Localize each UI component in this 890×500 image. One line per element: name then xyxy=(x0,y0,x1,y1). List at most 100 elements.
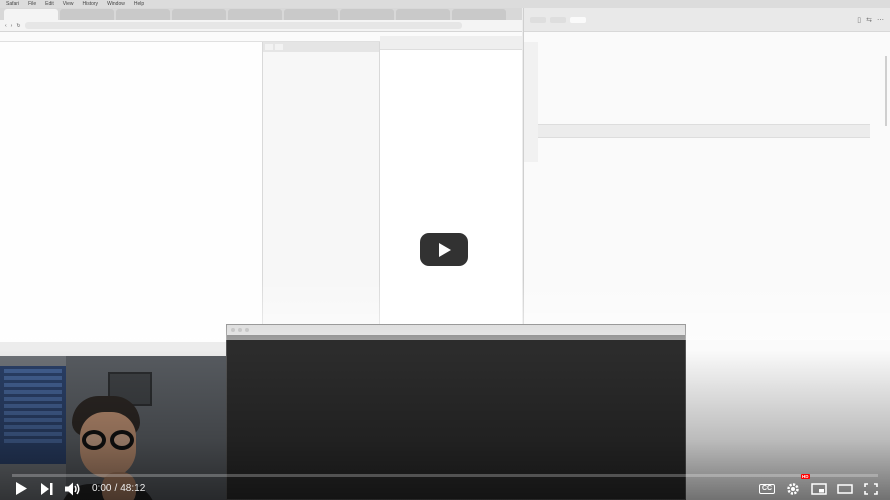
settings-icon xyxy=(787,482,799,495)
subtitles-button[interactable]: CC xyxy=(754,477,780,500)
dom-tree-node xyxy=(263,211,379,219)
theater-mode-button[interactable] xyxy=(832,477,858,500)
editor-text[interactable] xyxy=(524,41,890,129)
source-line xyxy=(380,50,522,58)
menu-item[interactable]: Help xyxy=(134,1,144,7)
back-icon[interactable]: ‹ xyxy=(5,23,7,29)
dom-tree-node xyxy=(263,257,379,265)
source-tabs xyxy=(380,36,522,50)
next-button[interactable] xyxy=(34,477,60,500)
browser-tab[interactable] xyxy=(4,9,58,20)
browser-tab[interactable] xyxy=(116,9,170,20)
current-time: 0:00 xyxy=(92,483,112,494)
miniplayer-icon xyxy=(811,482,827,495)
duration: 48:12 xyxy=(120,483,146,494)
miniplayer-button[interactable] xyxy=(806,477,832,500)
forward-icon[interactable]: › xyxy=(11,23,13,29)
background-monitor xyxy=(0,366,66,464)
browser-tab[interactable] xyxy=(228,9,282,20)
editor-tab[interactable] xyxy=(570,16,586,23)
compare-icon[interactable]: ⇆ xyxy=(866,16,872,24)
source-line xyxy=(380,58,522,66)
dom-tree-node xyxy=(263,166,379,174)
fullscreen-button[interactable] xyxy=(858,477,884,500)
dom-tree-node xyxy=(263,98,379,106)
dom-tree-node xyxy=(263,174,379,182)
dom-tree-node xyxy=(263,82,379,90)
dom-tree-tabs xyxy=(263,42,379,52)
editor-scrollbar[interactable] xyxy=(885,56,887,126)
browser-tab[interactable] xyxy=(396,9,450,20)
menu-item[interactable]: Safari xyxy=(6,1,19,7)
hd-badge: HD xyxy=(800,474,810,479)
settings-button[interactable]: HD xyxy=(780,474,810,500)
dom-tree-node xyxy=(263,219,379,227)
time-display: 0:00/48:12 xyxy=(92,483,146,494)
menu-item[interactable]: History xyxy=(83,1,99,7)
menu-item[interactable]: File xyxy=(28,1,36,7)
next-icon xyxy=(41,482,53,495)
editor-tab[interactable] xyxy=(550,16,566,23)
dom-tree-node xyxy=(263,227,379,235)
dom-tree-node xyxy=(263,136,379,144)
dom-tree-node xyxy=(263,75,379,83)
browser-tab[interactable] xyxy=(340,9,394,20)
menu-item[interactable]: Edit xyxy=(45,1,54,7)
browser-tab[interactable] xyxy=(284,9,338,20)
mute-button[interactable] xyxy=(60,477,86,500)
terminal-output[interactable] xyxy=(227,335,685,489)
play-button[interactable] xyxy=(8,477,34,500)
theater-icon xyxy=(837,483,853,494)
more-icon[interactable]: ⋯ xyxy=(877,16,884,24)
dom-tree-node xyxy=(263,249,379,257)
dom-tree-node xyxy=(263,242,379,250)
dom-tree-node xyxy=(263,90,379,98)
browser-tab[interactable] xyxy=(172,9,226,20)
dom-tree-node xyxy=(263,151,379,159)
large-play-button[interactable] xyxy=(420,233,468,266)
dom-tree-node xyxy=(263,60,379,68)
browser-tab[interactable] xyxy=(60,9,114,20)
dom-tree-node xyxy=(263,272,379,280)
dom-tree-node xyxy=(263,128,379,136)
menu-item[interactable]: View xyxy=(63,1,74,7)
dom-tree-node xyxy=(263,113,379,121)
menu-item[interactable]: Window xyxy=(107,1,125,7)
play-icon xyxy=(16,482,27,495)
preview-row xyxy=(4,46,258,53)
url-field[interactable] xyxy=(24,22,462,29)
subtitles-icon: CC xyxy=(758,483,776,494)
reload-icon[interactable]: ↻ xyxy=(16,23,20,29)
tab-elements[interactable] xyxy=(265,44,273,50)
dom-tree-node xyxy=(263,265,379,273)
tab-json[interactable] xyxy=(275,44,283,50)
player-controls: 0:00/48:12 CC HD xyxy=(0,474,890,500)
browser-tab[interactable] xyxy=(452,9,506,20)
dom-tree-node xyxy=(263,234,379,242)
dom-tree-node xyxy=(263,67,379,75)
editor-tab[interactable] xyxy=(530,16,546,23)
browser-address-bar: ‹ › ↻ xyxy=(0,20,522,32)
video-player[interactable]: Safari File Edit View History Window Hel… xyxy=(0,0,890,500)
volume-icon xyxy=(65,482,80,495)
breadcrumb[interactable] xyxy=(524,32,890,41)
split-editor-icon[interactable]: ▯ xyxy=(857,16,861,24)
editor-tab-bar: ▯ ⇆ ⋯ xyxy=(524,8,890,32)
dom-tree-node xyxy=(263,52,379,60)
dom-tree-node xyxy=(263,196,379,204)
